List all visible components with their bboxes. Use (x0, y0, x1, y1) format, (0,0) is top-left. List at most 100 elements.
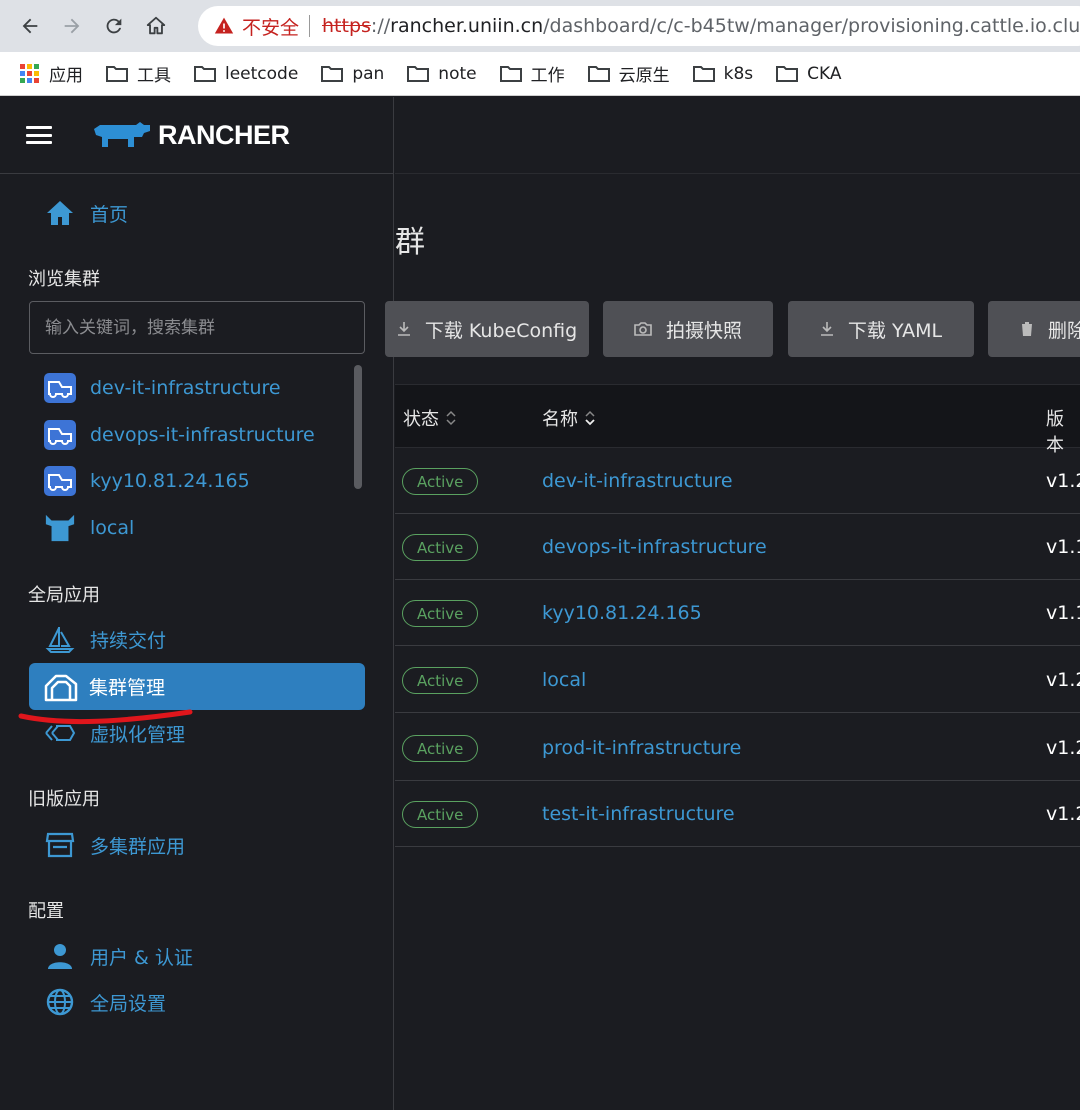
hamburger-menu-icon[interactable] (26, 126, 52, 144)
cluster-link[interactable]: kyy10.81.24.165 (542, 602, 702, 624)
nav-home[interactable]: 首页 (44, 197, 128, 229)
nav-label: 虚拟化管理 (90, 723, 186, 746)
nav-multi-cluster-apps[interactable]: 多集群应用 (44, 829, 185, 861)
cluster-list-scrollbar[interactable] (354, 365, 362, 489)
button-label: 下载 YAML (847, 319, 943, 342)
download-kubeconfig-button[interactable]: 下载 KubeConfig (385, 301, 589, 357)
cluster-icon (44, 372, 76, 404)
bookmark-label: 云原生 (618, 66, 670, 86)
sailboat-icon (44, 623, 76, 655)
column-name[interactable]: 名称 (542, 405, 596, 431)
globe-icon (44, 986, 76, 1018)
bookmark-folder[interactable]: 工具 (105, 61, 171, 86)
bookmark-label: 应用 (49, 66, 83, 86)
nav-label: 全局设置 (90, 992, 167, 1015)
column-state[interactable]: 状态 (403, 405, 457, 431)
cluster-link[interactable]: local (542, 669, 586, 691)
cluster-icon (44, 465, 76, 497)
download-icon (397, 321, 411, 337)
cluster-link[interactable]: devops-it-infrastructure (542, 536, 767, 558)
download-yaml-button[interactable]: 下载 YAML (788, 301, 974, 357)
cluster-search-input[interactable] (29, 301, 365, 354)
page-title: 群 (395, 225, 425, 260)
apps-grid-icon (20, 64, 39, 83)
cluster-icon (44, 419, 76, 451)
bookmark-apps[interactable]: 应用 (20, 61, 83, 86)
nav-global-settings[interactable]: 全局设置 (44, 986, 166, 1018)
browser-toolbar: 不安全 https :// rancher.uniin.cn /dashboar… (0, 0, 1080, 52)
arrow-left-icon (22, 18, 38, 34)
cluster-item[interactable]: devops-it-infrastructure (44, 419, 315, 451)
nav-label: 多集群应用 (90, 835, 186, 858)
bookmark-folder[interactable]: 工作 (499, 61, 565, 86)
table-row[interactable]: Active local v1.2 (395, 647, 1080, 713)
brand-bar: RANCHER (0, 97, 393, 174)
table-row[interactable]: Active kyy10.81.24.165 v1.1 (395, 580, 1080, 646)
back-button[interactable] (12, 8, 48, 44)
cluster-name: kyy10.81.24.165 (90, 470, 250, 492)
table-row[interactable]: Active devops-it-infrastructure v1.1 (395, 514, 1080, 580)
folder-icon (776, 65, 799, 82)
folder-icon (106, 65, 128, 82)
folder-icon (321, 65, 344, 82)
cluster-name: devops-it-infrastructure (90, 424, 315, 446)
button-label: 删除 (1048, 319, 1080, 342)
main-header (395, 97, 1080, 174)
address-divider (309, 15, 311, 37)
version-cell: v1.2 (1046, 669, 1080, 691)
table-row[interactable]: Active dev-it-infrastructure v1.2 (395, 448, 1080, 514)
bookmark-folder[interactable]: pan (320, 64, 384, 84)
virtualization-icon (44, 717, 76, 749)
bookmark-folder[interactable]: CKA (775, 64, 842, 84)
nav-label: 持续交付 (90, 629, 167, 652)
nav-virtualization[interactable]: 虚拟化管理 (44, 717, 185, 749)
reload-button[interactable] (96, 8, 132, 44)
rancher-cow-icon (44, 512, 76, 544)
trash-icon (1020, 321, 1034, 337)
folder-icon (587, 65, 610, 82)
warning-icon (214, 17, 234, 34)
rancher-logo[interactable]: RANCHER (92, 120, 290, 151)
cluster-item[interactable]: dev-it-infrastructure (44, 372, 281, 404)
address-bar[interactable]: 不安全 https :// rancher.uniin.cn /dashboar… (198, 6, 1080, 46)
cluster-item[interactable]: kyy10.81.24.165 (44, 465, 250, 497)
bookmark-label: note (438, 63, 477, 84)
bookmark-folder[interactable]: 云原生 (587, 61, 670, 86)
cluster-link[interactable]: test-it-infrastructure (542, 803, 735, 825)
bookmark-label: 工具 (137, 66, 171, 86)
bookmark-folder[interactable]: note (406, 63, 477, 84)
table-row[interactable]: Active prod-it-infrastructure v1.2 (395, 715, 1080, 781)
logo-text: RANCHER (158, 119, 290, 150)
version-cell: v1.1 (1046, 602, 1080, 624)
folder-icon (194, 65, 216, 82)
download-icon (820, 321, 834, 337)
section-legacy-apps: 旧版应用 (28, 789, 100, 810)
home-button[interactable] (138, 8, 174, 44)
take-snapshot-button[interactable]: 拍摄快照 (603, 301, 773, 357)
camera-icon (634, 321, 652, 337)
main-content: 群 下载 KubeConfig 拍摄快照 下载 YAML 删除 状态 名称 版本… (385, 97, 1080, 1110)
cluster-link[interactable]: dev-it-infrastructure (542, 470, 733, 492)
version-cell: v1.2 (1046, 803, 1080, 825)
cluster-name: local (90, 517, 135, 539)
url-host: rancher.uniin.cn (390, 15, 544, 37)
delete-button[interactable]: 删除 (988, 301, 1080, 357)
bookmark-folder[interactable]: leetcode (193, 64, 298, 84)
rancher-cow-icon (94, 122, 150, 147)
bookmark-folder[interactable]: k8s (692, 64, 753, 84)
nav-users-auth[interactable]: 用户 & 认证 (44, 940, 193, 972)
section-global-apps: 全局应用 (28, 585, 100, 606)
cluster-management-icon (43, 669, 79, 705)
nav-continuous-delivery[interactable]: 持续交付 (44, 623, 166, 655)
forward-button[interactable] (54, 8, 90, 44)
table-row[interactable]: Active test-it-infrastructure v1.2 (395, 781, 1080, 847)
user-icon (44, 940, 76, 972)
bookmark-label: leetcode (225, 63, 299, 84)
side-nav: RANCHER 首页 浏览集群 dev-it-infrastructure de… (0, 97, 394, 1110)
url-separator: :// (370, 15, 391, 37)
cluster-item-local[interactable]: local (44, 512, 134, 544)
bookmarks-bar: 应用 工具 leetcode pan note 工作 云原生 k8s CKA (0, 52, 1080, 96)
version-cell: v1.2 (1046, 470, 1080, 492)
status-badge: Active (402, 468, 479, 495)
cluster-link[interactable]: prod-it-infrastructure (542, 737, 741, 759)
